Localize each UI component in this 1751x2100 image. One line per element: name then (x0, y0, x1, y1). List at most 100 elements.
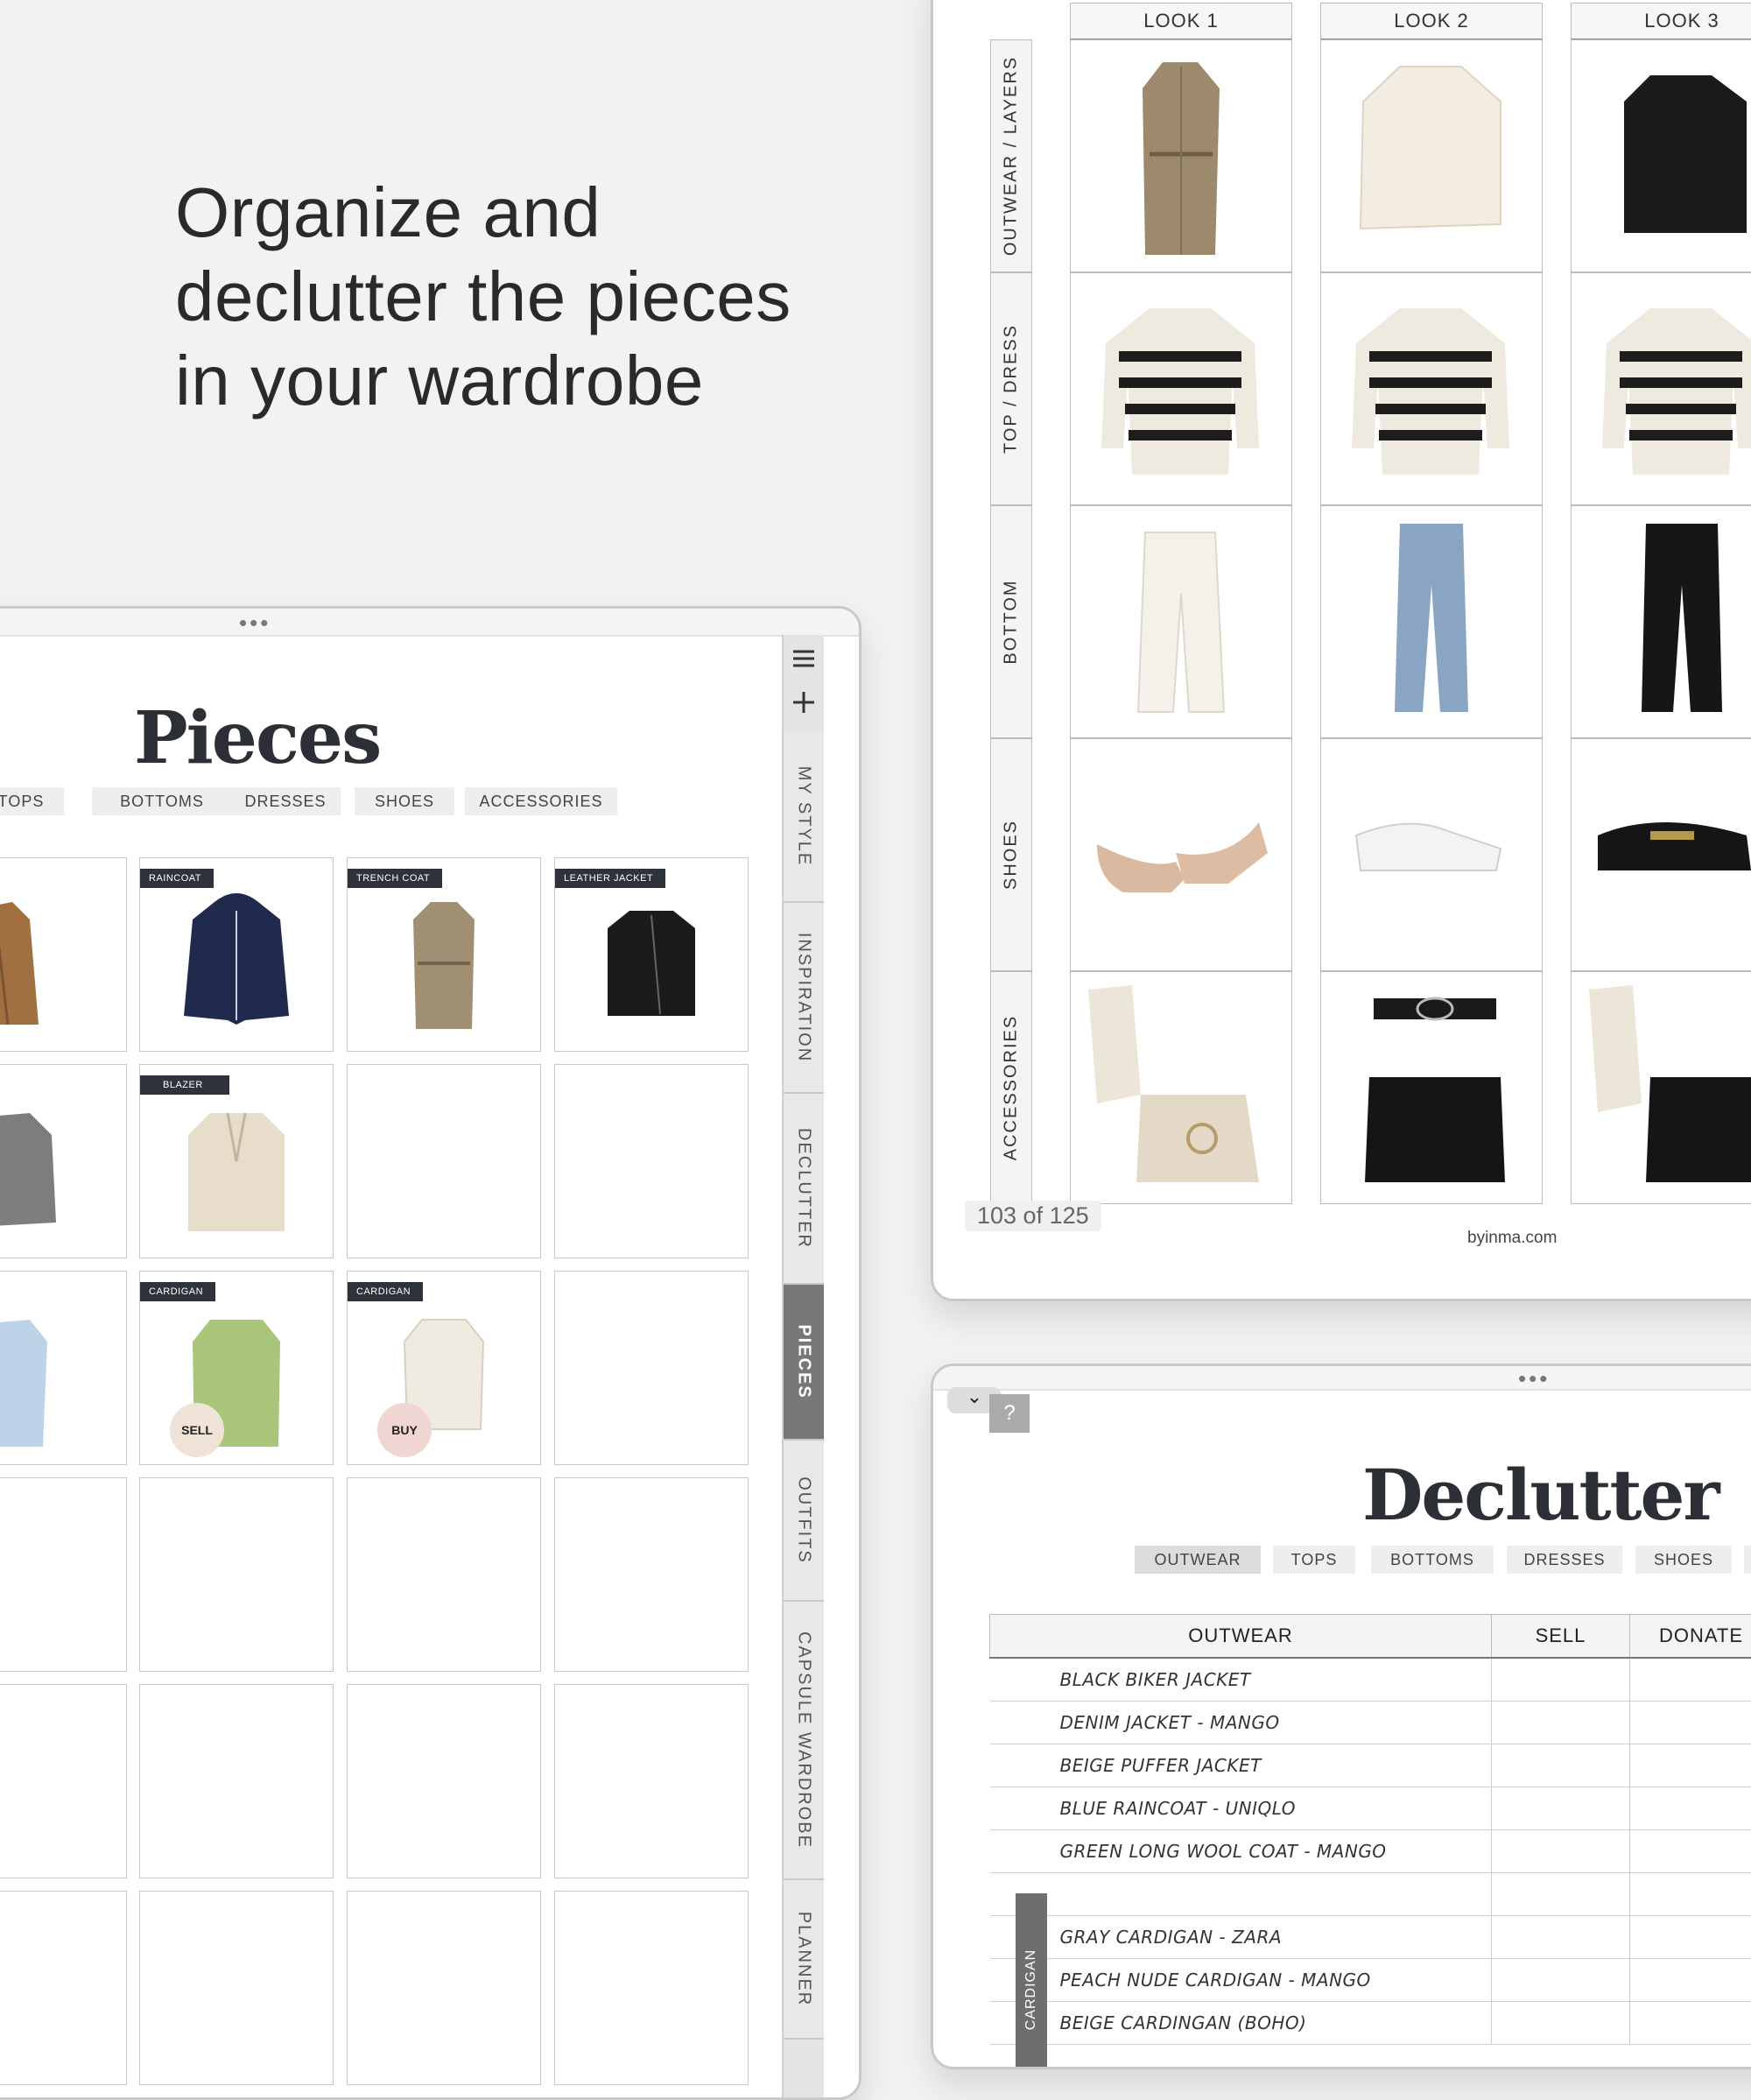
tab-dresses[interactable]: DRESSES (1507, 1546, 1622, 1574)
item-name[interactable]: DENIM JACKET - MANGO (990, 1702, 1492, 1744)
site-url[interactable]: byinma.com (1467, 1229, 1557, 1248)
donate-cell[interactable] (1630, 1702, 1751, 1744)
look-1-accessories[interactable] (1070, 971, 1292, 1204)
table-row[interactable] (990, 1873, 1751, 1916)
piece-gray-blazer[interactable] (0, 1064, 127, 1258)
look-1-bottom[interactable] (1070, 505, 1292, 738)
sell-cell[interactable] (1492, 1787, 1630, 1830)
look-2-top[interactable] (1320, 272, 1543, 505)
sell-cell[interactable] (1492, 1830, 1630, 1873)
piece-empty[interactable] (347, 1064, 541, 1258)
donate-cell[interactable] (1630, 1658, 1751, 1702)
table-row[interactable]: BLACK BIKER JACKET (990, 1658, 1751, 1702)
look-3-bottom[interactable] (1571, 505, 1751, 738)
donate-cell[interactable] (1630, 1873, 1751, 1916)
tab-shoes[interactable]: SHOES (1635, 1546, 1732, 1574)
piece-empty[interactable] (0, 1684, 127, 1878)
item-name[interactable]: BEIGE CARDINGAN (BOHO) (990, 2002, 1492, 2045)
sell-cell[interactable] (1492, 1658, 1630, 1702)
piece-empty[interactable] (139, 1477, 334, 1672)
look-1-shoes[interactable] (1070, 738, 1292, 971)
table-row[interactable]: BEIGE PUFFER JACKET (990, 1744, 1751, 1787)
piece-blazer[interactable]: BLAZER (139, 1064, 334, 1258)
look-2-bottom[interactable] (1320, 505, 1543, 738)
donate-cell[interactable] (1630, 1744, 1751, 1787)
donate-cell[interactable] (1630, 1830, 1751, 1873)
look-3-shoes[interactable] (1571, 738, 1751, 971)
tab-more[interactable] (1744, 1546, 1751, 1574)
piece-empty[interactable] (554, 1271, 749, 1465)
look-3-outwear[interactable] (1571, 39, 1751, 272)
look-2-accessories[interactable] (1320, 971, 1543, 1204)
donate-cell[interactable] (1630, 1916, 1751, 1959)
sell-cell[interactable] (1492, 1916, 1630, 1959)
tab-outwear[interactable]: OUTWEAR (1135, 1546, 1261, 1574)
item-name[interactable]: PEACH NUDE CARDIGAN - MANGO (990, 1959, 1492, 2002)
piece-raincoat[interactable]: RAINCOAT (139, 857, 334, 1052)
tab-bottoms[interactable]: BOTTOMS (1371, 1546, 1494, 1574)
look-3-accessories[interactable] (1571, 971, 1751, 1204)
side-tab-inspiration[interactable]: INSPIRATION (784, 903, 824, 1094)
piece-trench-coat[interactable]: TRENCH COAT (347, 857, 541, 1052)
look-3-top[interactable] (1571, 272, 1751, 505)
piece-empty[interactable] (554, 1891, 749, 2085)
side-tab-outfits[interactable]: OUTFITS (784, 1441, 824, 1602)
item-name[interactable]: BLUE RAINCOAT - UNIQLO (990, 1787, 1492, 1830)
sell-badge[interactable]: SELL (170, 1403, 224, 1457)
piece-blue-cardigan[interactable] (0, 1271, 127, 1465)
piece-empty[interactable] (0, 1477, 127, 1672)
item-name[interactable]: BEIGE PUFFER JACKET (990, 1744, 1492, 1787)
more-dots-icon[interactable]: ••• (239, 614, 271, 631)
sell-cell[interactable] (1492, 1702, 1630, 1744)
item-name[interactable]: BLACK BIKER JACKET (990, 1658, 1492, 1702)
tab-dresses[interactable]: DRESSES (230, 787, 341, 815)
piece-coat[interactable] (0, 857, 127, 1052)
tab-accessories[interactable]: ACCESSORIES (465, 787, 617, 815)
side-tab-declutter[interactable]: DECLUTTER (784, 1094, 824, 1285)
piece-empty[interactable] (347, 1891, 541, 2085)
donate-cell[interactable] (1630, 1959, 1751, 2002)
side-tab-pieces[interactable]: PIECES (784, 1285, 824, 1441)
sell-cell[interactable] (1492, 1873, 1630, 1916)
sell-cell[interactable] (1492, 2002, 1630, 2045)
piece-empty[interactable] (139, 1891, 334, 2085)
table-row[interactable]: DENIM JACKET - MANGO (990, 1702, 1751, 1744)
item-name[interactable]: GREEN LONG WOOL COAT - MANGO (990, 1830, 1492, 1873)
tab-bottoms[interactable]: BOTTOMS (92, 787, 232, 815)
look-1-top[interactable] (1070, 272, 1292, 505)
look-2-outwear[interactable] (1320, 39, 1543, 272)
piece-empty[interactable] (554, 1684, 749, 1878)
table-row[interactable]: BEIGE CARDINGAN (BOHO) (990, 2002, 1751, 2045)
item-name[interactable] (990, 1873, 1492, 1916)
piece-empty[interactable] (0, 1891, 127, 2085)
table-row[interactable]: BLUE RAINCOAT - UNIQLO (990, 1787, 1751, 1830)
donate-cell[interactable] (1630, 2002, 1751, 2045)
piece-empty[interactable] (554, 1064, 749, 1258)
add-icon[interactable] (791, 689, 817, 720)
buy-badge[interactable]: BUY (377, 1403, 432, 1457)
piece-empty[interactable] (347, 1684, 541, 1878)
help-button[interactable]: ? (989, 1394, 1030, 1433)
sell-cell[interactable] (1492, 1744, 1630, 1787)
table-row[interactable]: GRAY CARDIGAN - ZARA (990, 1916, 1751, 1959)
more-dots-icon[interactable]: ••• (1518, 1370, 1550, 1387)
piece-cardigan-green[interactable]: CARDIGAN SELL (139, 1271, 334, 1465)
tab-shoes[interactable]: SHOES (355, 787, 454, 815)
piece-empty[interactable] (139, 1684, 334, 1878)
piece-leather-jacket[interactable]: LEATHER JACKET (554, 857, 749, 1052)
donate-cell[interactable] (1630, 1787, 1751, 1830)
side-tab-my-style[interactable]: MY STYLE (784, 731, 824, 903)
tab-tops[interactable]: TOPS (0, 787, 64, 815)
piece-empty[interactable] (554, 1477, 749, 1672)
menu-icon[interactable] (791, 645, 817, 676)
tab-tops[interactable]: TOPS (1273, 1546, 1355, 1574)
look-1-outwear[interactable] (1070, 39, 1292, 272)
table-row[interactable]: GREEN LONG WOOL COAT - MANGO (990, 1830, 1751, 1873)
sell-cell[interactable] (1492, 1959, 1630, 2002)
look-2-shoes[interactable] (1320, 738, 1543, 971)
side-tab-capsule-wardrobe[interactable]: CAPSULE WARDROBE (784, 1602, 824, 1880)
side-tab-planner[interactable]: PLANNER (784, 1880, 824, 2040)
item-name[interactable]: GRAY CARDIGAN - ZARA (990, 1916, 1492, 1959)
piece-cardigan-cream[interactable]: CARDIGAN BUY (347, 1271, 541, 1465)
piece-empty[interactable] (347, 1477, 541, 1672)
